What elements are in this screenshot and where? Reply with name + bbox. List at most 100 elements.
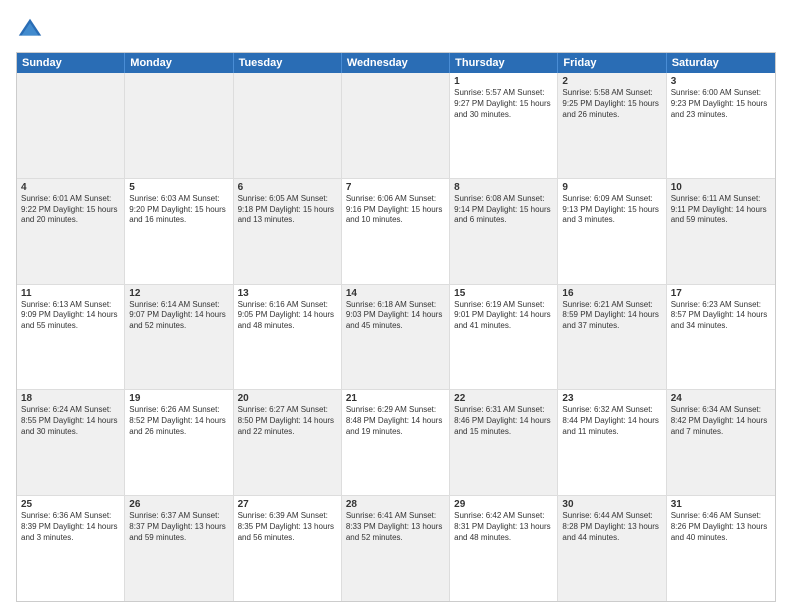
day-number: 1 <box>454 76 553 87</box>
cell-info: Sunrise: 6:41 AM Sunset: 8:33 PM Dayligh… <box>346 511 445 543</box>
calendar-cell: 28Sunrise: 6:41 AM Sunset: 8:33 PM Dayli… <box>342 496 450 601</box>
calendar-cell: 21Sunrise: 6:29 AM Sunset: 8:48 PM Dayli… <box>342 390 450 495</box>
calendar-cell: 22Sunrise: 6:31 AM Sunset: 8:46 PM Dayli… <box>450 390 558 495</box>
calendar-cell: 18Sunrise: 6:24 AM Sunset: 8:55 PM Dayli… <box>17 390 125 495</box>
calendar-cell: 17Sunrise: 6:23 AM Sunset: 8:57 PM Dayli… <box>667 285 775 390</box>
header-day-saturday: Saturday <box>667 53 775 73</box>
cell-info: Sunrise: 6:46 AM Sunset: 8:26 PM Dayligh… <box>671 511 771 543</box>
calendar-cell: 9Sunrise: 6:09 AM Sunset: 9:13 PM Daylig… <box>558 179 666 284</box>
logo <box>16 16 48 44</box>
day-number: 2 <box>562 76 661 87</box>
page: SundayMondayTuesdayWednesdayThursdayFrid… <box>0 0 792 612</box>
day-number: 13 <box>238 288 337 299</box>
day-number: 12 <box>129 288 228 299</box>
cell-info: Sunrise: 5:58 AM Sunset: 9:25 PM Dayligh… <box>562 88 661 120</box>
calendar-row-4: 25Sunrise: 6:36 AM Sunset: 8:39 PM Dayli… <box>17 496 775 601</box>
calendar-row-3: 18Sunrise: 6:24 AM Sunset: 8:55 PM Dayli… <box>17 390 775 496</box>
cell-info: Sunrise: 6:24 AM Sunset: 8:55 PM Dayligh… <box>21 405 120 437</box>
calendar-cell <box>17 73 125 178</box>
calendar-cell: 1Sunrise: 5:57 AM Sunset: 9:27 PM Daylig… <box>450 73 558 178</box>
calendar-cell: 27Sunrise: 6:39 AM Sunset: 8:35 PM Dayli… <box>234 496 342 601</box>
day-number: 20 <box>238 393 337 404</box>
cell-info: Sunrise: 6:29 AM Sunset: 8:48 PM Dayligh… <box>346 405 445 437</box>
day-number: 22 <box>454 393 553 404</box>
day-number: 7 <box>346 182 445 193</box>
day-number: 17 <box>671 288 771 299</box>
cell-info: Sunrise: 6:21 AM Sunset: 8:59 PM Dayligh… <box>562 300 661 332</box>
calendar-cell: 26Sunrise: 6:37 AM Sunset: 8:37 PM Dayli… <box>125 496 233 601</box>
cell-info: Sunrise: 6:26 AM Sunset: 8:52 PM Dayligh… <box>129 405 228 437</box>
day-number: 9 <box>562 182 661 193</box>
day-number: 28 <box>346 499 445 510</box>
day-number: 3 <box>671 76 771 87</box>
calendar-cell: 30Sunrise: 6:44 AM Sunset: 8:28 PM Dayli… <box>558 496 666 601</box>
cell-info: Sunrise: 6:14 AM Sunset: 9:07 PM Dayligh… <box>129 300 228 332</box>
day-number: 4 <box>21 182 120 193</box>
day-number: 27 <box>238 499 337 510</box>
day-number: 30 <box>562 499 661 510</box>
calendar-cell: 4Sunrise: 6:01 AM Sunset: 9:22 PM Daylig… <box>17 179 125 284</box>
calendar-cell: 7Sunrise: 6:06 AM Sunset: 9:16 PM Daylig… <box>342 179 450 284</box>
cell-info: Sunrise: 6:19 AM Sunset: 9:01 PM Dayligh… <box>454 300 553 332</box>
cell-info: Sunrise: 6:13 AM Sunset: 9:09 PM Dayligh… <box>21 300 120 332</box>
day-number: 23 <box>562 393 661 404</box>
calendar-cell: 24Sunrise: 6:34 AM Sunset: 8:42 PM Dayli… <box>667 390 775 495</box>
calendar-cell: 20Sunrise: 6:27 AM Sunset: 8:50 PM Dayli… <box>234 390 342 495</box>
cell-info: Sunrise: 6:44 AM Sunset: 8:28 PM Dayligh… <box>562 511 661 543</box>
calendar-cell: 14Sunrise: 6:18 AM Sunset: 9:03 PM Dayli… <box>342 285 450 390</box>
cell-info: Sunrise: 6:42 AM Sunset: 8:31 PM Dayligh… <box>454 511 553 543</box>
calendar-cell: 23Sunrise: 6:32 AM Sunset: 8:44 PM Dayli… <box>558 390 666 495</box>
cell-info: Sunrise: 6:31 AM Sunset: 8:46 PM Dayligh… <box>454 405 553 437</box>
cell-info: Sunrise: 5:57 AM Sunset: 9:27 PM Dayligh… <box>454 88 553 120</box>
cell-info: Sunrise: 6:08 AM Sunset: 9:14 PM Dayligh… <box>454 194 553 226</box>
calendar-row-0: 1Sunrise: 5:57 AM Sunset: 9:27 PM Daylig… <box>17 73 775 179</box>
header-day-tuesday: Tuesday <box>234 53 342 73</box>
logo-icon <box>16 16 44 44</box>
calendar-cell: 8Sunrise: 6:08 AM Sunset: 9:14 PM Daylig… <box>450 179 558 284</box>
calendar-cell: 31Sunrise: 6:46 AM Sunset: 8:26 PM Dayli… <box>667 496 775 601</box>
day-number: 15 <box>454 288 553 299</box>
calendar-row-2: 11Sunrise: 6:13 AM Sunset: 9:09 PM Dayli… <box>17 285 775 391</box>
cell-info: Sunrise: 6:06 AM Sunset: 9:16 PM Dayligh… <box>346 194 445 226</box>
cell-info: Sunrise: 6:16 AM Sunset: 9:05 PM Dayligh… <box>238 300 337 332</box>
cell-info: Sunrise: 6:09 AM Sunset: 9:13 PM Dayligh… <box>562 194 661 226</box>
day-number: 11 <box>21 288 120 299</box>
calendar-cell: 29Sunrise: 6:42 AM Sunset: 8:31 PM Dayli… <box>450 496 558 601</box>
calendar-cell: 5Sunrise: 6:03 AM Sunset: 9:20 PM Daylig… <box>125 179 233 284</box>
day-number: 8 <box>454 182 553 193</box>
day-number: 26 <box>129 499 228 510</box>
cell-info: Sunrise: 6:05 AM Sunset: 9:18 PM Dayligh… <box>238 194 337 226</box>
header-day-sunday: Sunday <box>17 53 125 73</box>
day-number: 16 <box>562 288 661 299</box>
calendar-cell: 25Sunrise: 6:36 AM Sunset: 8:39 PM Dayli… <box>17 496 125 601</box>
calendar-cell: 13Sunrise: 6:16 AM Sunset: 9:05 PM Dayli… <box>234 285 342 390</box>
cell-info: Sunrise: 6:39 AM Sunset: 8:35 PM Dayligh… <box>238 511 337 543</box>
day-number: 31 <box>671 499 771 510</box>
calendar-header: SundayMondayTuesdayWednesdayThursdayFrid… <box>17 53 775 73</box>
calendar-cell: 6Sunrise: 6:05 AM Sunset: 9:18 PM Daylig… <box>234 179 342 284</box>
cell-info: Sunrise: 6:11 AM Sunset: 9:11 PM Dayligh… <box>671 194 771 226</box>
day-number: 21 <box>346 393 445 404</box>
calendar-cell <box>234 73 342 178</box>
day-number: 29 <box>454 499 553 510</box>
header-day-thursday: Thursday <box>450 53 558 73</box>
cell-info: Sunrise: 6:00 AM Sunset: 9:23 PM Dayligh… <box>671 88 771 120</box>
calendar-row-1: 4Sunrise: 6:01 AM Sunset: 9:22 PM Daylig… <box>17 179 775 285</box>
day-number: 10 <box>671 182 771 193</box>
cell-info: Sunrise: 6:27 AM Sunset: 8:50 PM Dayligh… <box>238 405 337 437</box>
calendar-cell: 19Sunrise: 6:26 AM Sunset: 8:52 PM Dayli… <box>125 390 233 495</box>
calendar-cell <box>125 73 233 178</box>
day-number: 24 <box>671 393 771 404</box>
header-day-wednesday: Wednesday <box>342 53 450 73</box>
calendar-cell: 12Sunrise: 6:14 AM Sunset: 9:07 PM Dayli… <box>125 285 233 390</box>
calendar-cell: 10Sunrise: 6:11 AM Sunset: 9:11 PM Dayli… <box>667 179 775 284</box>
header <box>16 16 776 44</box>
day-number: 14 <box>346 288 445 299</box>
cell-info: Sunrise: 6:34 AM Sunset: 8:42 PM Dayligh… <box>671 405 771 437</box>
calendar-cell: 2Sunrise: 5:58 AM Sunset: 9:25 PM Daylig… <box>558 73 666 178</box>
calendar-cell: 11Sunrise: 6:13 AM Sunset: 9:09 PM Dayli… <box>17 285 125 390</box>
day-number: 5 <box>129 182 228 193</box>
cell-info: Sunrise: 6:18 AM Sunset: 9:03 PM Dayligh… <box>346 300 445 332</box>
day-number: 19 <box>129 393 228 404</box>
cell-info: Sunrise: 6:23 AM Sunset: 8:57 PM Dayligh… <box>671 300 771 332</box>
